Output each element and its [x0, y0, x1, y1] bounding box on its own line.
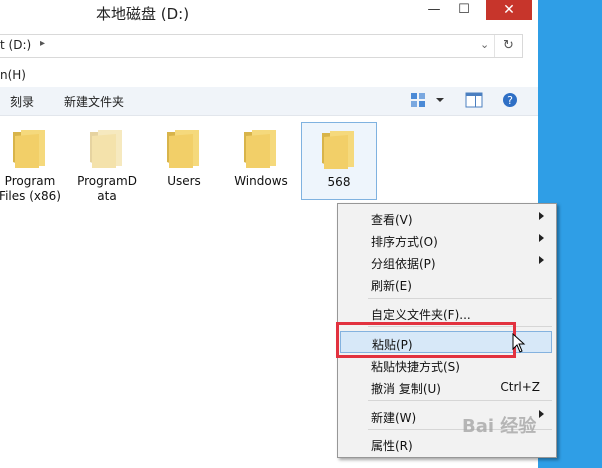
folder-label: ProgramD ata: [77, 174, 137, 203]
menu-item-label: 属性(R): [371, 439, 413, 453]
window-title: 本地磁盘 (D:): [96, 5, 190, 23]
title-bar: 本地磁盘 (D:) — ☐ ✕: [0, 0, 538, 26]
folder-item[interactable]: ProgramD ata: [70, 122, 144, 203]
folder-icon: [322, 131, 354, 169]
svg-text:?: ?: [507, 94, 513, 107]
address-path[interactable]: t (D:): [0, 38, 31, 52]
menu-item-shortcut: Ctrl+Z: [500, 380, 540, 394]
address-bar[interactable]: t (D:) ▸ ⌄ ↻: [0, 34, 523, 58]
maximize-button[interactable]: ☐: [450, 0, 478, 20]
submenu-arrow-icon: [539, 256, 544, 264]
folder-icon: [244, 130, 276, 168]
refresh-icon[interactable]: ↻: [494, 35, 522, 57]
menu-item-view[interactable]: 查看(V): [340, 207, 552, 229]
preview-pane-icon[interactable]: [465, 92, 483, 108]
menu-item-label: 排序方式(O): [371, 235, 438, 249]
folder-label: Windows: [234, 174, 288, 188]
mouse-cursor-icon: [512, 333, 526, 353]
view-options-icon[interactable]: [410, 92, 428, 108]
burn-button[interactable]: 刻录: [10, 93, 34, 110]
menu-item-label: 分组依据(P): [371, 257, 436, 271]
help-icon[interactable]: ?: [502, 92, 520, 108]
folder-icon: [90, 130, 122, 168]
folder-icon: [13, 130, 45, 168]
watermark-text: Bai 经验: [462, 416, 537, 437]
highlight-annotation-box: [336, 322, 516, 358]
folder-item[interactable]: Users: [147, 122, 221, 198]
folder-label: Program Files (x86): [0, 174, 61, 203]
menu-item-label: 粘贴快捷方式(S): [371, 360, 460, 374]
folder-label: 568: [327, 175, 351, 189]
command-bar: 刻录 新建文件夹 ?: [0, 87, 538, 116]
menu-item-undo-copy[interactable]: 撤消 复制(U) Ctrl+Z: [340, 376, 552, 398]
menu-item-label: 撤消 复制(U): [371, 382, 441, 396]
menu-item-label: 自定义文件夹(F)...: [371, 308, 471, 322]
menu-item-label: 刷新(E): [371, 279, 412, 293]
address-dropdown-icon[interactable]: ⌄: [480, 38, 489, 51]
menu-item-refresh[interactable]: 刷新(E): [340, 273, 552, 295]
menu-item-label: 查看(V): [371, 213, 413, 227]
submenu-arrow-icon: [539, 212, 544, 220]
menu-help[interactable]: n(H): [0, 68, 26, 82]
close-button[interactable]: ✕: [486, 0, 532, 20]
menu-item-customize[interactable]: 自定义文件夹(F)...: [340, 302, 552, 324]
menu-item-group[interactable]: 分组依据(P): [340, 251, 552, 273]
menu-separator: [368, 298, 552, 299]
chevron-right-icon[interactable]: ▸: [40, 38, 45, 49]
submenu-arrow-icon: [539, 234, 544, 242]
folder-icon: [167, 130, 199, 168]
new-folder-button[interactable]: 新建文件夹: [64, 93, 124, 110]
minimize-button[interactable]: —: [420, 0, 448, 20]
menu-item-label: 新建(W): [371, 411, 417, 425]
menu-item-sort[interactable]: 排序方式(O): [340, 229, 552, 251]
submenu-arrow-icon: [539, 410, 544, 418]
menu-bar: n(H): [0, 66, 538, 86]
folder-item[interactable]: Program Files (x86): [0, 122, 67, 203]
dropdown-icon[interactable]: [434, 92, 446, 108]
menu-separator: [368, 400, 552, 401]
folder-item[interactable]: Windows: [224, 122, 298, 198]
folder-item-selected[interactable]: 568: [301, 122, 377, 200]
folder-label: Users: [167, 174, 201, 188]
